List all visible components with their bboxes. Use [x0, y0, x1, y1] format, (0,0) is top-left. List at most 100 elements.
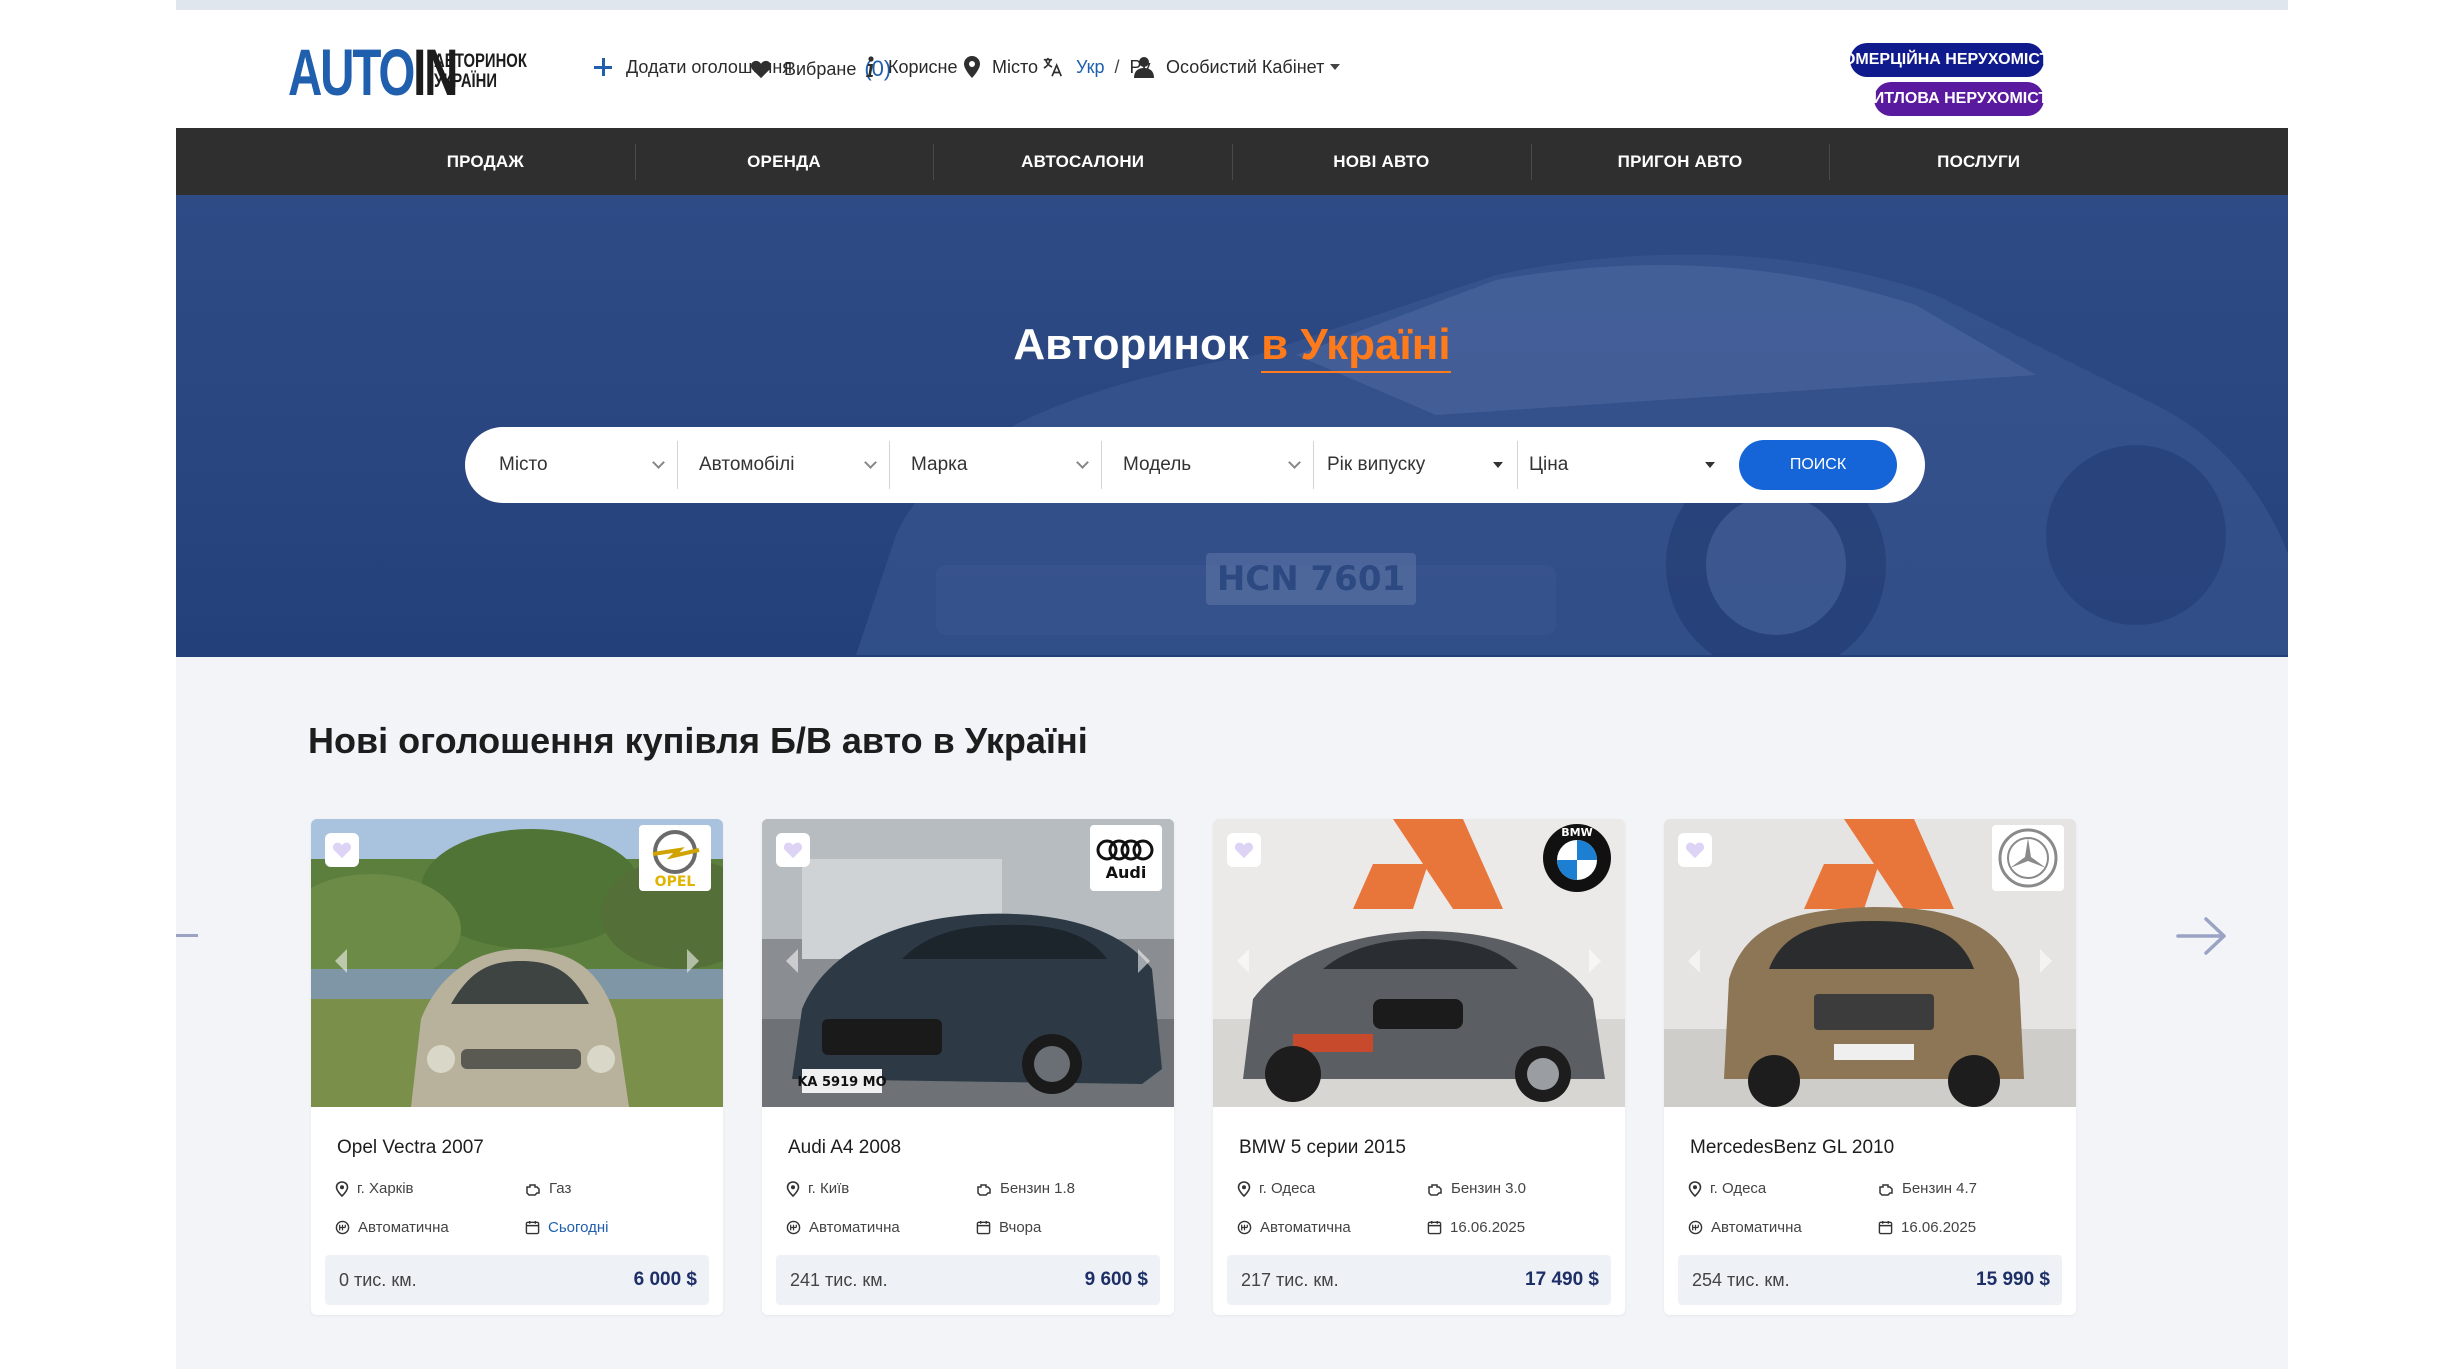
photo-prev-button[interactable] — [1688, 949, 1700, 973]
chevron-down-icon — [1076, 455, 1089, 469]
city-select[interactable]: Місто — [499, 427, 677, 503]
search-button[interactable]: ПОИСК — [1739, 440, 1897, 490]
photo-prev-button[interactable] — [1237, 949, 1249, 973]
engine-icon — [526, 1183, 540, 1196]
listing-price: 6 000 $ — [633, 1269, 697, 1290]
listing-gearbox: Автоматична — [1688, 1219, 1802, 1236]
nav-item-dealers[interactable]: АВТОСАЛОНИ — [933, 128, 1232, 195]
listing-title[interactable]: BMW 5 серии 2015 — [1239, 1137, 1406, 1159]
photo-next-button[interactable] — [687, 949, 699, 973]
nav-item-new-cars[interactable]: НОВІ АВТО — [1232, 128, 1531, 195]
photo-next-button[interactable] — [1138, 949, 1150, 973]
brand-select[interactable]: Марка — [889, 427, 1101, 503]
listing-footer: 217 тис. км. 17 490 $ — [1227, 1255, 1611, 1305]
gearbox-icon — [335, 1220, 350, 1235]
listing-fuel: Бензин 3.0 — [1427, 1180, 1526, 1197]
listing-photo[interactable]: KA 5919 MO Audi — [762, 819, 1174, 1107]
city-label: Місто — [992, 56, 1039, 77]
listing-gearbox: Автоматична — [786, 1219, 900, 1236]
favorite-toggle[interactable] — [325, 833, 359, 867]
listing-fuel: Газ — [525, 1180, 571, 1197]
location-pin-icon — [786, 1180, 800, 1197]
photo-prev-button[interactable] — [335, 949, 347, 973]
useful-menu[interactable]: Корисне — [864, 56, 974, 78]
listing-photo[interactable] — [1664, 819, 2076, 1107]
listing-gearbox-text: Автоматична — [809, 1219, 900, 1236]
listing-card[interactable]: KA 5919 MO Audi Audi A4 2008 г. Київ Бен… — [762, 819, 1174, 1315]
city-select-label: Місто — [499, 454, 548, 475]
logo-subtitle-line-1: АВТОРИНОК — [434, 51, 527, 72]
listing-date: Сьогодні — [525, 1219, 609, 1236]
listing-date: Вчора — [976, 1219, 1041, 1236]
heart-icon — [332, 842, 352, 859]
listing-card[interactable]: OPEL Opel Vectra 2007 г. Харків Газ Авто… — [311, 819, 723, 1315]
favorites-label: Вибране — [784, 58, 857, 79]
listing-fuel-text: Газ — [549, 1180, 572, 1197]
nav-item-rent[interactable]: ОРЕНДА — [634, 128, 934, 195]
gearbox-icon — [1688, 1220, 1703, 1235]
listing-photo[interactable]: BMW — [1213, 819, 1625, 1107]
listing-gearbox-text: Автоматична — [358, 1219, 449, 1236]
living-realty-button[interactable]: ЖИТЛОВА НЕРУХОМІСТЬ — [1858, 82, 2060, 116]
translate-icon — [1042, 56, 1064, 78]
chevron-down-icon — [1493, 462, 1503, 468]
site-header: AUTOIN АВТОРИНОК УКРАЇНИ Додати оголошен… — [176, 10, 2288, 128]
photo-prev-button[interactable] — [786, 949, 798, 973]
listing-photo[interactable]: OPEL — [311, 819, 723, 1107]
cabinet-menu[interactable]: Особистий Кабінет — [1134, 56, 1341, 78]
listing-city-text: г. Одеса — [1710, 1180, 1767, 1197]
listing-footer: 241 тис. км. 9 600 $ — [776, 1255, 1160, 1305]
listing-gearbox: Автоматична — [335, 1219, 449, 1236]
hero-banner: HCN 7601 Авторинок в Україні Місто Автом… — [176, 195, 2288, 657]
chevron-down-icon — [1705, 462, 1715, 468]
opel-brand-logo: OPEL — [639, 825, 711, 891]
location-pin-icon — [335, 1180, 349, 1197]
year-select[interactable]: Рік випуску — [1313, 427, 1517, 503]
price-select-label: Ціна — [1529, 454, 1569, 475]
listings-section: Нові оголошення купівля Б/В авто в Украї… — [176, 657, 2288, 1369]
listing-mileage: 0 тис. км. — [339, 1269, 417, 1290]
chevron-down-icon — [1330, 64, 1341, 70]
logo-subtitle-line-2: УКРАЇНИ — [434, 71, 497, 92]
useful-label: Корисне — [888, 56, 958, 77]
favorite-toggle[interactable] — [776, 833, 810, 867]
listing-title[interactable]: Opel Vectra 2007 — [337, 1137, 484, 1159]
carousel-next-button[interactable] — [2176, 915, 2228, 957]
listing-footer: 254 тис. км. 15 990 $ — [1678, 1255, 2062, 1305]
model-select-label: Модель — [1123, 454, 1192, 475]
commercial-realty-button[interactable]: КОМЕРЦІЙНА НЕРУХОМІСТЬ — [1833, 43, 2061, 77]
favorite-toggle[interactable] — [1678, 833, 1712, 867]
listing-city: г. Київ — [786, 1180, 849, 1197]
photo-next-button[interactable] — [2040, 949, 2052, 973]
listing-date-text: Вчора — [999, 1219, 1042, 1236]
location-pin-icon — [964, 56, 980, 78]
engine-icon — [977, 1183, 991, 1196]
vehicle-type-select[interactable]: Автомобілі — [677, 427, 889, 503]
search-bar: Місто Автомобілі Марка Модель Рік випуск… — [465, 427, 1925, 503]
listing-card[interactable]: BMW BMW 5 серии 2015 г. Одеса Бензин 3.0… — [1213, 819, 1625, 1315]
listing-gearbox-text: Автоматична — [1711, 1219, 1802, 1236]
lang-ukr-link[interactable]: Укр — [1076, 57, 1105, 78]
chevron-down-icon — [652, 455, 665, 469]
listing-mileage: 241 тис. км. — [790, 1269, 888, 1290]
engine-icon — [1428, 1183, 1442, 1196]
info-icon — [864, 56, 876, 78]
listing-card[interactable]: MercedesBenz GL 2010 г. Одеса Бензин 4.7… — [1664, 819, 2076, 1315]
site-logo[interactable]: AUTOIN АВТОРИНОК УКРАЇНИ — [288, 39, 553, 105]
price-select[interactable]: Ціна — [1517, 427, 1729, 503]
nav-item-services[interactable]: ПОСЛУГИ — [1829, 128, 2128, 195]
bmw-brand-logo: BMW — [1541, 824, 1613, 892]
location-pin-icon — [1237, 1180, 1251, 1197]
nav-item-sale[interactable]: ПРОДАЖ — [336, 128, 635, 195]
favorite-toggle[interactable] — [1227, 833, 1261, 867]
listing-title[interactable]: Audi A4 2008 — [788, 1137, 901, 1159]
city-link[interactable]: Місто — [964, 56, 1038, 78]
photo-next-button[interactable] — [1589, 949, 1601, 973]
logo-subtitle: АВТОРИНОК УКРАЇНИ — [434, 52, 527, 92]
carousel-prev-button[interactable] — [176, 934, 198, 937]
listing-license-plate: KA 5919 MO — [797, 1075, 886, 1090]
model-select[interactable]: Модель — [1101, 427, 1313, 503]
engine-icon — [1879, 1183, 1893, 1196]
nav-item-import[interactable]: ПРИГОН АВТО — [1530, 128, 1830, 195]
listing-title[interactable]: MercedesBenz GL 2010 — [1690, 1137, 1894, 1159]
